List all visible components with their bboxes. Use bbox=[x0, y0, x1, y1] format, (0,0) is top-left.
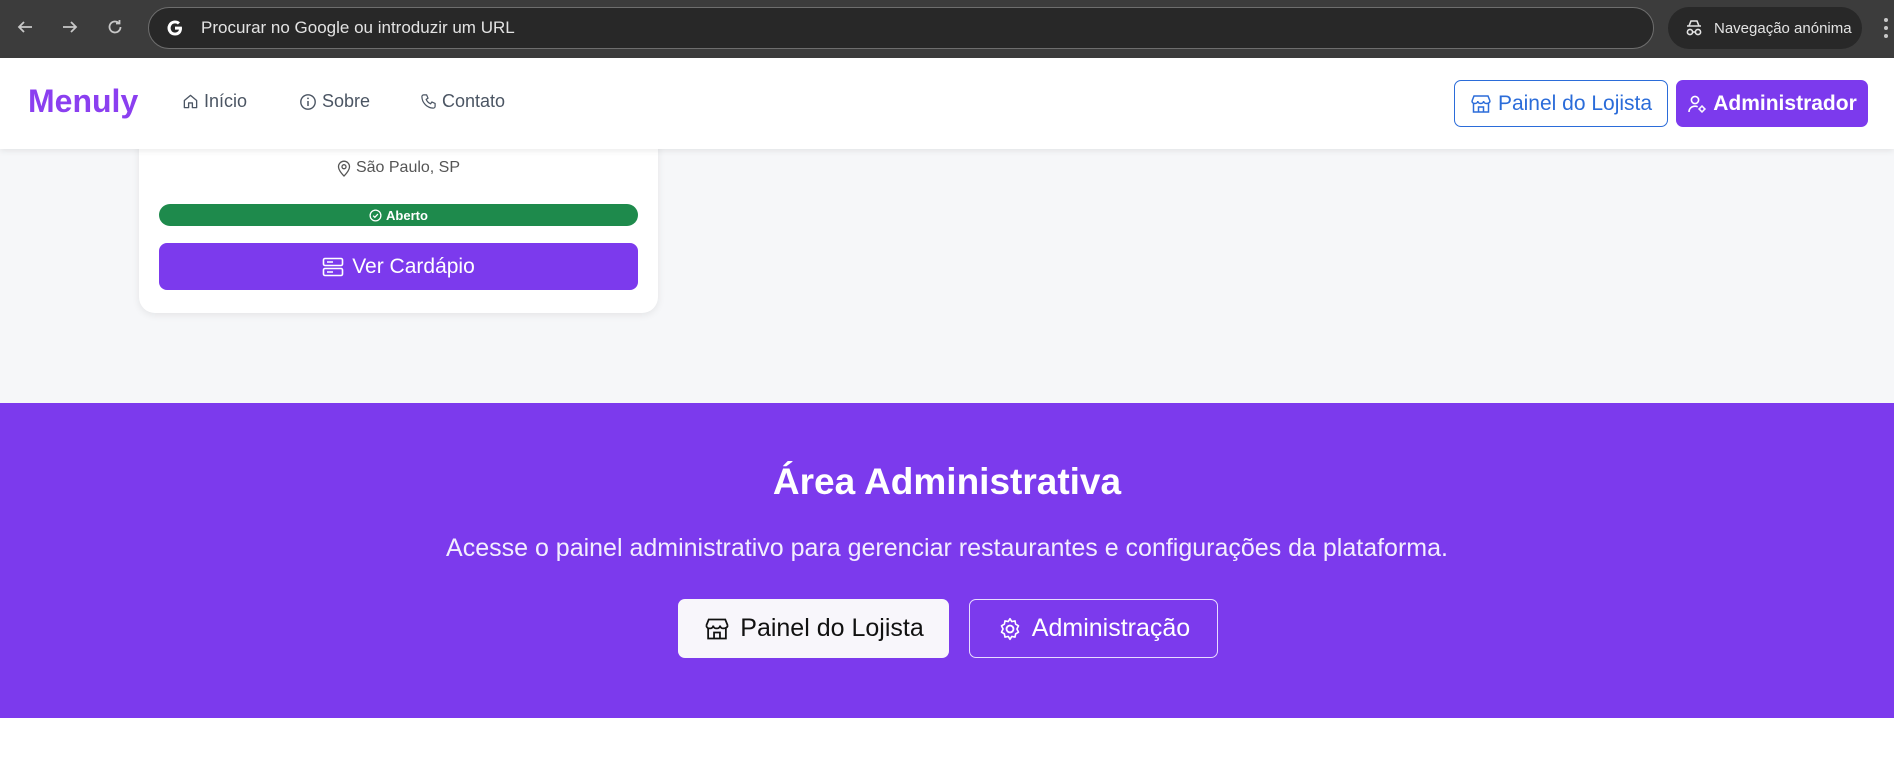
address-bar-placeholder: Procurar no Google ou introduzir um URL bbox=[201, 18, 515, 37]
admin-button[interactable]: Administrador bbox=[1676, 80, 1868, 127]
nav-item-inicio[interactable]: Início bbox=[182, 91, 247, 112]
merchant-panel-button[interactable]: Painel do Lojista bbox=[1454, 80, 1668, 127]
nav-label: Contato bbox=[442, 91, 506, 111]
merchant-panel-label: Painel do Lojista bbox=[1497, 91, 1653, 115]
check-circle-icon bbox=[369, 208, 382, 222]
home-icon bbox=[183, 94, 198, 109]
view-menu-label: Ver Cardápio bbox=[352, 254, 475, 278]
view-menu-button[interactable]: Ver Cardápio bbox=[159, 243, 638, 290]
store-icon bbox=[705, 618, 729, 639]
location-text: São Paulo, SP bbox=[355, 159, 461, 176]
nav-label: Sobre bbox=[322, 91, 371, 111]
merchant-panel-cta-label: Painel do Lojista bbox=[740, 614, 924, 642]
incognito-icon bbox=[1686, 20, 1702, 36]
page-footer-area bbox=[0, 718, 1894, 778]
admin-area-section: Área Administrativa Acesse o painel admi… bbox=[0, 403, 1894, 718]
admin-area-title: Área Administrativa bbox=[772, 461, 1122, 502]
forward-arrow-icon bbox=[63, 21, 78, 33]
admin-area-subtitle: Acesse o painel administrativo para gere… bbox=[446, 534, 1448, 562]
address-bar[interactable]: Procurar no Google ou introduzir um URL bbox=[148, 7, 1654, 49]
nav-item-contato[interactable]: Contato bbox=[420, 91, 505, 112]
back-arrow-icon bbox=[17, 21, 32, 33]
merchant-panel-cta-button[interactable]: Painel do Lojista bbox=[678, 599, 949, 658]
nav-item-sobre[interactable]: Sobre bbox=[299, 91, 370, 112]
status-badge: Aberto bbox=[159, 204, 638, 226]
administration-button[interactable]: Administração bbox=[969, 599, 1218, 658]
incognito-label: Navegação anónima bbox=[1714, 19, 1852, 37]
incognito-indicator[interactable]: Navegação anónima bbox=[1668, 7, 1862, 49]
site-header: Menuly Início Sobre Contato Painel do Lo… bbox=[0, 58, 1894, 149]
map-pin-icon bbox=[337, 160, 351, 177]
back-button[interactable] bbox=[10, 12, 40, 42]
reload-icon bbox=[108, 20, 122, 34]
store-icon bbox=[1471, 94, 1491, 113]
browser-menu-icon[interactable] bbox=[1882, 18, 1890, 40]
restaurant-location: São Paulo, SP bbox=[139, 159, 658, 177]
phone-icon bbox=[421, 94, 436, 109]
status-text: Aberto bbox=[386, 207, 428, 223]
reload-button[interactable] bbox=[100, 12, 130, 42]
settings-gear-icon bbox=[1000, 617, 1020, 640]
browser-toolbar: Procurar no Google ou introduzir um URL … bbox=[0, 0, 1894, 58]
forward-button[interactable] bbox=[55, 12, 85, 42]
google-icon bbox=[165, 18, 185, 38]
user-cog-icon bbox=[1688, 95, 1706, 113]
administration-label: Administração bbox=[1031, 614, 1191, 642]
logo[interactable]: Menuly bbox=[28, 83, 138, 120]
menu-list-icon bbox=[322, 257, 344, 276]
admin-button-label: Administrador bbox=[1713, 91, 1857, 115]
info-icon bbox=[300, 93, 316, 110]
nav-label: Início bbox=[204, 91, 248, 111]
restaurant-list-area: São Paulo, SP Aberto Ver Cardápio bbox=[0, 119, 1894, 403]
